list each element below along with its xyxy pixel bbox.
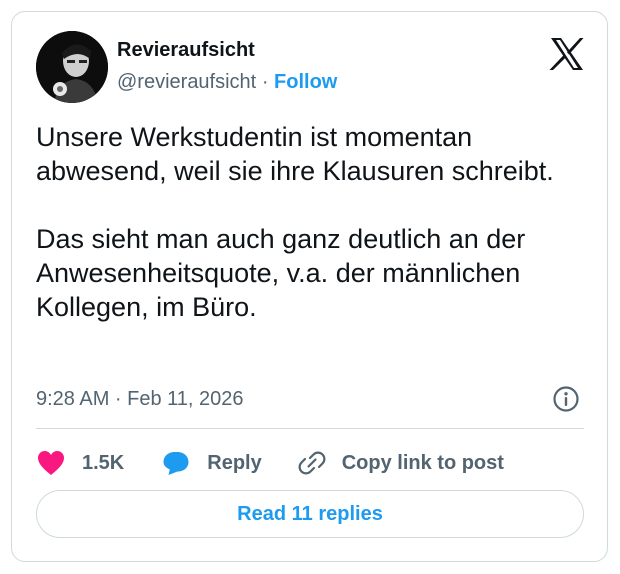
copy-link-button[interactable]: Copy link to post <box>298 449 504 477</box>
info-icon[interactable] <box>552 385 580 413</box>
reply-bubble-icon <box>161 449 191 477</box>
divider <box>36 428 584 429</box>
like-button[interactable]: 1.5K <box>36 449 124 477</box>
avatar[interactable] <box>36 31 108 103</box>
action-bar: 1.5K Reply Copy link to post <box>36 446 504 480</box>
author-handle[interactable]: @revieraufsicht <box>117 71 256 93</box>
author-handle-row: @revieraufsicht · Follow <box>117 70 337 94</box>
reply-button[interactable]: Reply <box>161 449 262 477</box>
read-replies-button[interactable]: Read 11 replies <box>36 490 584 538</box>
author-name[interactable]: Revieraufsicht <box>117 38 255 62</box>
x-logo-icon[interactable] <box>549 37 585 71</box>
tweet-card: Revieraufsicht @revieraufsicht · Follow … <box>11 11 608 562</box>
read-replies-label: Read 11 replies <box>237 502 383 525</box>
follow-button[interactable]: Follow <box>274 71 337 93</box>
tweet-text: Unsere Werkstudentin ist momentan abwese… <box>36 120 591 324</box>
link-icon <box>298 449 326 477</box>
heart-icon <box>36 449 66 477</box>
copy-link-label: Copy link to post <box>341 451 504 474</box>
tweet-paragraph: Das sieht man auch ganz deutlich an der … <box>36 224 526 322</box>
separator-dot: · <box>261 71 269 93</box>
tweet-paragraph: Unsere Werkstudentin ist momentan abwese… <box>36 122 554 186</box>
avatar-photo <box>36 31 108 103</box>
tweet-timestamp[interactable]: 9:28 AM · Feb 11, 2026 <box>36 385 244 413</box>
reply-label: Reply <box>207 451 262 474</box>
like-count: 1.5K <box>82 451 125 474</box>
